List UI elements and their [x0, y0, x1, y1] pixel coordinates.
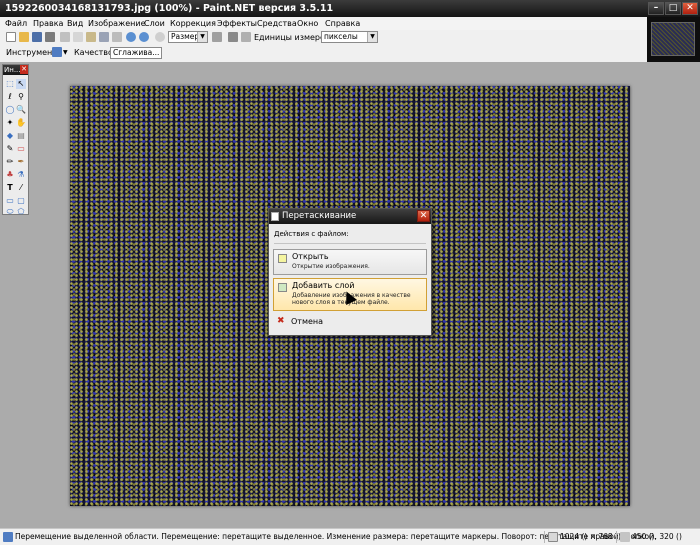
open-option-button[interactable]: Открыть Открытие изображения.	[273, 249, 427, 275]
add-layer-option-description: Добавление изображения в качестве нового…	[292, 292, 411, 306]
pan-icon[interactable]: ✋	[16, 118, 26, 128]
magnify-icon[interactable]: 🔍	[16, 105, 26, 115]
recolor-icon[interactable]: ♣	[5, 170, 15, 180]
zoom-in-icon[interactable]	[212, 32, 222, 42]
tools-panel-title: Ин...	[4, 66, 21, 74]
gradient-icon[interactable]: ▤	[16, 131, 26, 141]
ruler-icon[interactable]	[241, 32, 251, 42]
eraser-icon[interactable]: ▭	[16, 144, 26, 154]
dialog-divider	[274, 243, 426, 244]
menu-adjustments[interactable]: Коррекция	[170, 18, 216, 29]
move-tool-icon[interactable]	[52, 47, 62, 57]
add-layer-option-label: Добавить слой	[292, 281, 355, 290]
redo-icon[interactable]	[139, 32, 149, 42]
open-option-label: Открыть	[292, 252, 329, 261]
open-file-icon	[278, 254, 287, 263]
status-separator	[544, 531, 545, 543]
menu-effects[interactable]: Эффекты	[217, 18, 257, 29]
menu-image[interactable]: Изображение	[88, 18, 146, 29]
image-thumbnail[interactable]	[651, 22, 695, 56]
text-tool-icon[interactable]: T	[5, 183, 15, 193]
rounded-rectangle-icon[interactable]: ▢	[16, 196, 26, 206]
menu-edit[interactable]: Правка	[33, 18, 63, 29]
chevron-down-icon: ▼	[197, 32, 207, 42]
chevron-down-icon[interactable]: ▼	[63, 47, 68, 58]
cursor-position-readout: 450 (), 320 ()	[632, 532, 682, 541]
move-selection-status-icon	[3, 532, 13, 542]
image-thumbnail-panel	[647, 17, 700, 62]
chevron-down-icon: ▼	[367, 32, 377, 42]
window-title-bar: 1592260034168131793.jpg (100%) - Paint.N…	[0, 0, 700, 17]
status-bar: Перемещение выделенной области. Перемеще…	[0, 528, 700, 545]
cut-icon[interactable]	[60, 32, 70, 42]
clone-stamp-icon[interactable]: ✒	[16, 157, 26, 167]
document-icon	[271, 212, 279, 221]
menu-window[interactable]: Окно	[297, 18, 318, 29]
cancel-icon: ✖	[277, 316, 285, 326]
drag-drop-dialog: Перетаскивание ✕ Действия с файлом: Откр…	[268, 208, 432, 336]
image-size-readout: 1024 () × 768 ()	[560, 532, 621, 541]
rectangle-shape-icon[interactable]: ▭	[5, 196, 15, 206]
cancel-option-label: Отмена	[291, 317, 324, 326]
paint-bucket-icon[interactable]: ◆	[5, 131, 15, 141]
close-window-button[interactable]: ✕	[682, 2, 698, 15]
zoom-tool-icon[interactable]: ⚲	[16, 92, 26, 102]
maximize-button[interactable]: □	[665, 2, 681, 15]
copy-icon[interactable]	[73, 32, 83, 42]
crop-icon[interactable]	[99, 32, 109, 42]
color-picker-icon[interactable]: ⚗	[16, 170, 26, 180]
pencil-icon[interactable]: ✏	[5, 157, 15, 167]
tools-panel-title-bar[interactable]: Ин... ✕	[3, 65, 28, 75]
tools-panel: Ин... ✕ ⬚ ↖ ℓ ⚲ ◯ 🔍 ✦ ✋ ◆ ▤ ✎ ▭ ✏ ✒ ♣ ⚗ …	[2, 64, 29, 217]
minimize-button[interactable]: –	[648, 2, 664, 15]
menu-help[interactable]: Справка	[325, 18, 360, 29]
menu-layers[interactable]: Слои	[144, 18, 165, 29]
add-layer-icon	[278, 283, 287, 292]
units-select[interactable]: пикселы ▼	[321, 31, 378, 43]
cancel-option-button[interactable]: ✖ Отмена	[273, 315, 427, 329]
move-selection-icon[interactable]: ↖	[16, 79, 26, 89]
freeform-shape-icon[interactable]: ⬠	[16, 207, 26, 217]
zoom-icon[interactable]	[155, 32, 165, 42]
open-option-description: Открытие изображения.	[292, 263, 370, 270]
line-curve-icon[interactable]: ⁄	[16, 183, 26, 193]
save-icon[interactable]	[32, 32, 42, 42]
ellipse-select-icon[interactable]: ◯	[5, 105, 15, 115]
cursor-position-icon	[620, 532, 630, 542]
menu-utilities[interactable]: Средства	[257, 18, 297, 29]
ellipse-shape-icon[interactable]: ⬭	[5, 207, 15, 217]
menu-file[interactable]: Файл	[5, 18, 27, 29]
image-size-icon	[548, 532, 558, 542]
paste-icon[interactable]	[86, 32, 96, 42]
main-toolbar: Размер о ▼ Единицы измерения: пикселы ▼	[0, 30, 647, 46]
quality-select-value: Сглажива...	[113, 48, 160, 57]
undo-icon[interactable]	[126, 32, 136, 42]
zoom-select[interactable]: Размер о ▼	[168, 31, 208, 43]
open-file-icon[interactable]	[19, 32, 29, 42]
lasso-icon[interactable]: ℓ	[5, 92, 15, 102]
print-icon[interactable]	[45, 32, 55, 42]
menu-bar: Файл Правка Вид Изображение Слои Коррекц…	[0, 17, 647, 30]
tool-options-bar: Инструмент: ▼ Качество: Сглажива...	[0, 45, 647, 63]
menu-view[interactable]: Вид	[67, 18, 83, 29]
paintbrush-icon[interactable]: ✎	[5, 144, 15, 154]
tools-panel-close-button[interactable]: ✕	[20, 65, 28, 74]
deselect-icon[interactable]	[112, 32, 122, 42]
quality-select[interactable]: Сглажива...	[110, 47, 162, 59]
magic-wand-icon[interactable]: ✦	[5, 118, 15, 128]
dialog-close-button[interactable]: ✕	[417, 210, 430, 222]
window-title: 1592260034168131793.jpg (100%) - Paint.N…	[5, 3, 334, 14]
rectangle-select-icon[interactable]: ⬚	[5, 79, 15, 89]
grid-icon[interactable]	[228, 32, 238, 42]
dialog-title: Перетаскивание	[282, 211, 357, 221]
dialog-info-text: Действия с файлом:	[274, 230, 349, 238]
new-file-icon[interactable]	[6, 32, 16, 42]
dialog-title-bar[interactable]: Перетаскивание ✕	[269, 209, 431, 224]
units-select-value: пикселы	[324, 32, 358, 41]
status-separator	[616, 531, 617, 543]
